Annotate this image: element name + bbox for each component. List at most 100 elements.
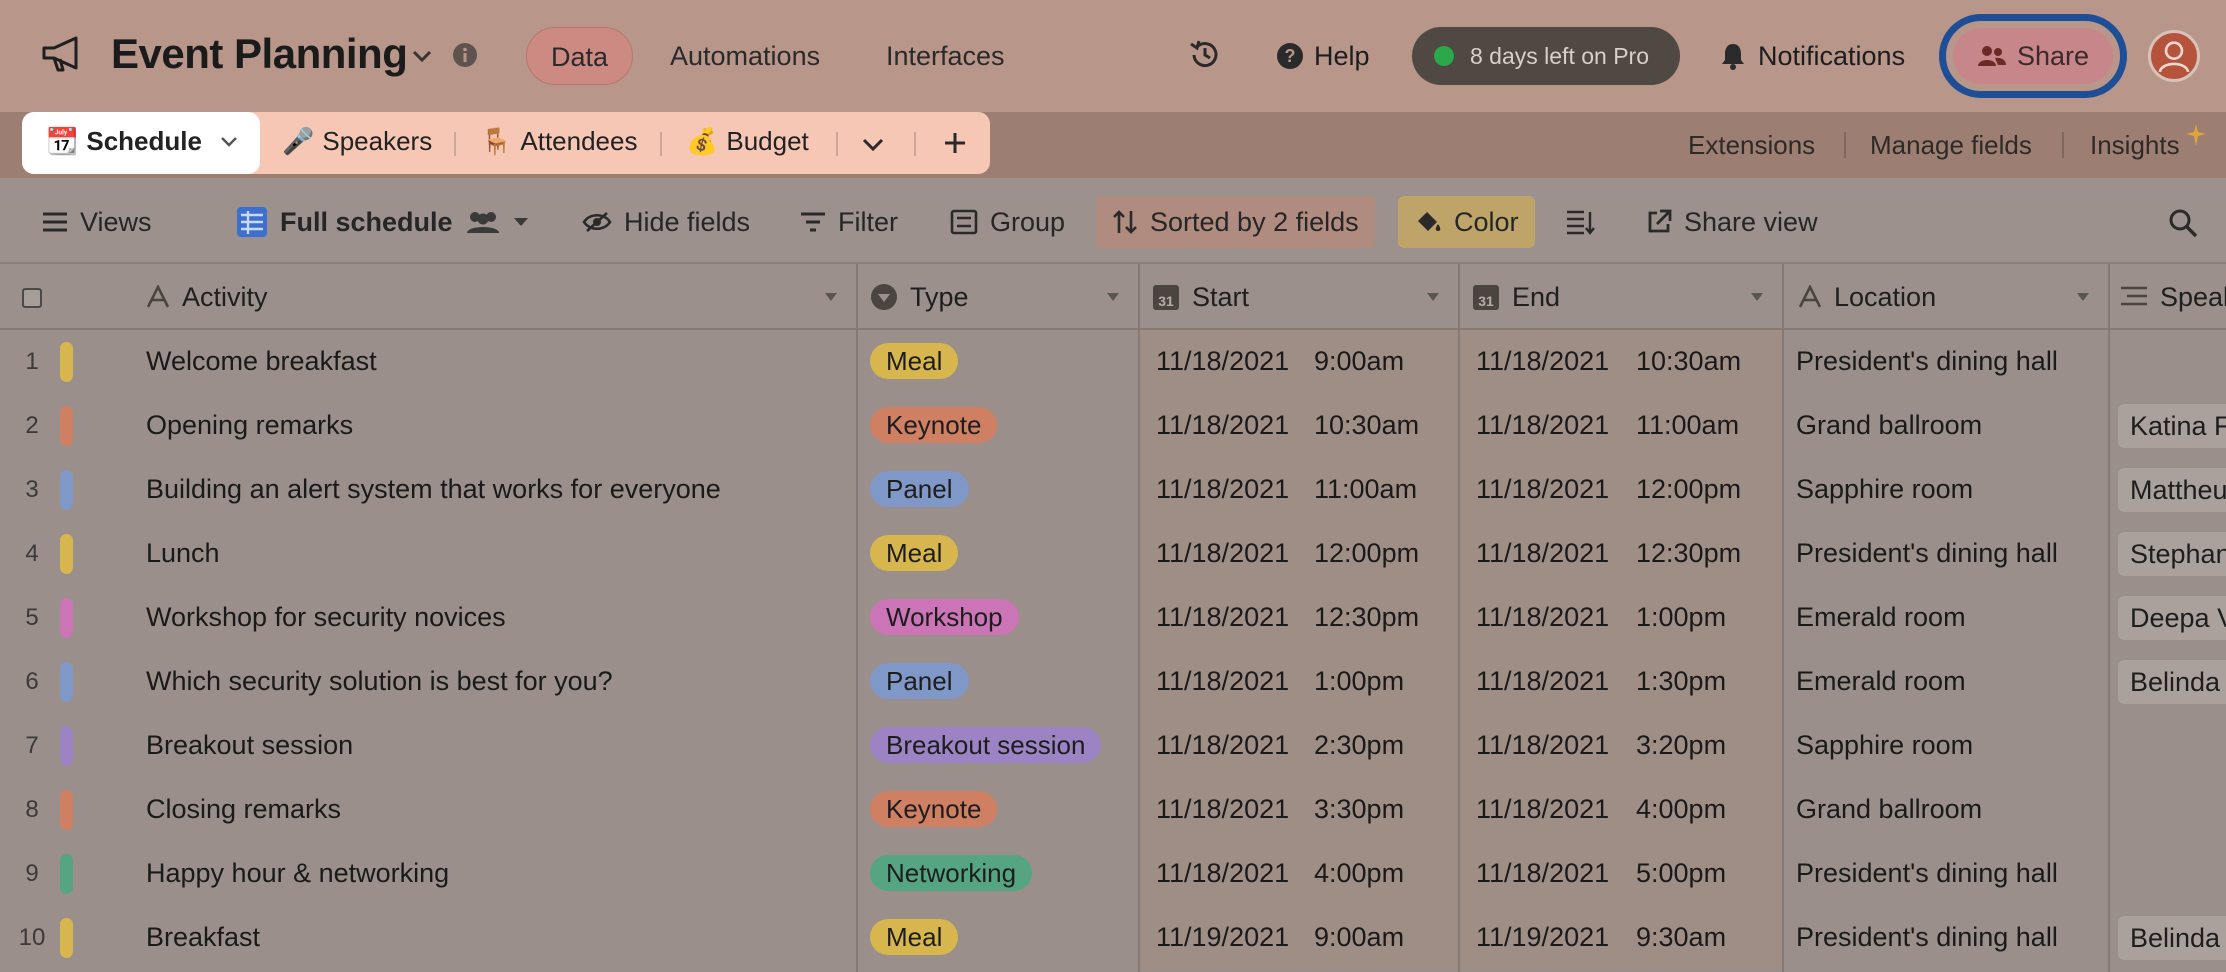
view-switcher[interactable]: Full schedule <box>236 196 529 248</box>
cell-end-date[interactable]: 11/18/2021 <box>1476 730 1609 761</box>
cell-location[interactable]: President's dining hall <box>1796 922 2058 953</box>
cell-start-date[interactable]: 11/18/2021 <box>1156 666 1289 697</box>
cell-location[interactable]: President's dining hall <box>1796 346 2058 377</box>
type-badge[interactable]: Keynote <box>870 791 998 827</box>
notifications-button[interactable]: Notifications <box>1720 36 1905 76</box>
cell-start-time[interactable]: 9:00am <box>1314 922 1404 953</box>
history-icon[interactable] <box>1188 38 1222 72</box>
caret-down-icon[interactable] <box>1106 292 1120 302</box>
share-view-button[interactable]: Share view <box>1646 196 1818 248</box>
cell-end-date[interactable]: 11/18/2021 <box>1476 858 1609 889</box>
type-badge[interactable]: Meal <box>870 343 959 379</box>
cell-start-date[interactable]: 11/18/2021 <box>1156 602 1289 633</box>
row-height-button[interactable] <box>1566 196 1596 248</box>
cell-activity[interactable]: Closing remarks <box>146 794 341 825</box>
group-button[interactable]: Group <box>950 196 1065 248</box>
manage-fields-link[interactable]: Manage fields <box>1870 130 2032 161</box>
base-title[interactable]: Event Planning <box>111 30 408 78</box>
speaker-chip[interactable]: Deepa V <box>2118 596 2226 640</box>
cell-start-date[interactable]: 11/19/2021 <box>1156 922 1289 953</box>
cell-start-time[interactable]: 4:00pm <box>1314 858 1404 889</box>
table-row[interactable]: 10 Breakfast Meal 11/19/2021 9:00am 11/19/202… <box>0 906 2226 970</box>
cell-end-date[interactable]: 11/19/2021 <box>1476 922 1609 953</box>
cell-start-time[interactable]: 12:00pm <box>1314 538 1419 569</box>
hide-fields-button[interactable]: Hide fields <box>582 196 750 248</box>
type-badge[interactable]: Meal <box>870 919 959 955</box>
cell-location[interactable]: President's dining hall <box>1796 538 2058 569</box>
add-table-icon[interactable] <box>944 132 966 154</box>
tab-budget[interactable]: 💰 Budget <box>686 126 809 157</box>
insights-link[interactable]: Insights <box>2090 130 2180 161</box>
cell-start-time[interactable]: 11:00am <box>1314 474 1417 505</box>
cell-end-time[interactable]: 12:00pm <box>1636 474 1741 505</box>
sort-button[interactable]: Sorted by 2 fields <box>1096 196 1375 248</box>
type-badge[interactable]: Networking <box>870 855 1033 891</box>
type-badge[interactable]: Keynote <box>870 407 998 443</box>
table-row[interactable]: 8 Closing remarks Keynote 11/18/2021 3:30pm 1… <box>0 778 2226 842</box>
tab-speakers[interactable]: 🎤 Speakers <box>282 126 432 157</box>
table-row[interactable]: 3 Building an alert system that works for… <box>0 458 2226 522</box>
speaker-chip[interactable]: Belinda C <box>2118 916 2226 960</box>
views-button[interactable]: Views <box>42 196 152 248</box>
cell-start-date[interactable]: 11/18/2021 <box>1156 410 1289 441</box>
cell-location[interactable]: Emerald room <box>1796 666 1966 697</box>
chevron-down-icon[interactable] <box>410 44 434 68</box>
cell-activity[interactable]: Building an alert system that works for … <box>146 474 721 505</box>
cell-end-time[interactable]: 5:00pm <box>1636 858 1726 889</box>
cell-location[interactable]: Sapphire room <box>1796 730 1973 761</box>
cell-start-date[interactable]: 11/18/2021 <box>1156 794 1289 825</box>
cell-start-date[interactable]: 11/18/2021 <box>1156 346 1289 377</box>
table-row[interactable]: 7 Breakout session Breakout session 11/18/2… <box>0 714 2226 778</box>
cell-location[interactable]: Sapphire room <box>1796 474 1973 505</box>
cell-end-time[interactable]: 10:30am <box>1636 346 1741 377</box>
help-button[interactable]: ? Help <box>1276 36 1370 76</box>
cell-activity[interactable]: Breakout session <box>146 730 353 761</box>
cell-end-date[interactable]: 11/18/2021 <box>1476 410 1609 441</box>
cell-end-date[interactable]: 11/18/2021 <box>1476 602 1609 633</box>
cell-location[interactable]: Grand ballroom <box>1796 794 1982 825</box>
select-all-checkbox[interactable] <box>22 288 42 308</box>
cell-start-time[interactable]: 3:30pm <box>1314 794 1404 825</box>
share-button[interactable]: Share <box>1953 28 2113 84</box>
cell-end-date[interactable]: 11/18/2021 <box>1476 794 1609 825</box>
cell-start-time[interactable]: 12:30pm <box>1314 602 1419 633</box>
cell-start-date[interactable]: 11/18/2021 <box>1156 730 1289 761</box>
cell-end-date[interactable]: 11/18/2021 <box>1476 666 1609 697</box>
column-header-location[interactable]: Location <box>1798 264 1936 330</box>
cell-location[interactable]: Grand ballroom <box>1796 410 1982 441</box>
cell-start-date[interactable]: 11/18/2021 <box>1156 474 1289 505</box>
column-header-speakers[interactable]: Speal <box>2120 264 2226 330</box>
tab-attendees[interactable]: 🪑 Attendees <box>480 126 637 157</box>
search-icon[interactable] <box>2168 208 2198 238</box>
cell-activity[interactable]: Lunch <box>146 538 220 569</box>
type-badge[interactable]: Panel <box>870 471 969 507</box>
table-row[interactable]: 6 Which security solution is best for you… <box>0 650 2226 714</box>
filter-button[interactable]: Filter <box>800 196 898 248</box>
cell-activity[interactable]: Welcome breakfast <box>146 346 377 377</box>
color-button[interactable]: Color <box>1398 196 1535 248</box>
caret-down-icon[interactable] <box>1426 292 1440 302</box>
type-badge[interactable]: Workshop <box>870 599 1019 635</box>
cell-activity[interactable]: Happy hour & networking <box>146 858 449 889</box>
extensions-link[interactable]: Extensions <box>1688 130 1815 161</box>
cell-start-time[interactable]: 10:30am <box>1314 410 1419 441</box>
cell-end-time[interactable]: 11:00am <box>1636 410 1739 441</box>
cell-end-time[interactable]: 1:00pm <box>1636 602 1726 633</box>
cell-activity[interactable]: Which security solution is best for you? <box>146 666 613 697</box>
cell-location[interactable]: Emerald room <box>1796 602 1966 633</box>
cell-activity[interactable]: Opening remarks <box>146 410 353 441</box>
table-row[interactable]: 2 Opening remarks Keynote 11/18/2021 10:30am… <box>0 394 2226 458</box>
column-header-end[interactable]: 31 End <box>1472 264 1560 330</box>
cell-end-time[interactable]: 3:20pm <box>1636 730 1726 761</box>
cell-start-time[interactable]: 2:30pm <box>1314 730 1404 761</box>
caret-down-icon[interactable] <box>824 292 838 302</box>
cell-start-time[interactable]: 9:00am <box>1314 346 1404 377</box>
cell-end-time[interactable]: 1:30pm <box>1636 666 1726 697</box>
nav-interfaces[interactable]: Interfaces <box>862 27 1029 85</box>
column-header-activity[interactable]: Activity <box>146 264 268 330</box>
cell-end-time[interactable]: 4:00pm <box>1636 794 1726 825</box>
table-row[interactable]: 4 Lunch Meal 11/18/2021 12:00pm 11/18/2021 12:… <box>0 522 2226 586</box>
avatar[interactable] <box>2148 30 2200 82</box>
table-row[interactable]: 5 Workshop for security novices Workshop 11… <box>0 586 2226 650</box>
chevron-down-icon[interactable] <box>862 138 884 152</box>
